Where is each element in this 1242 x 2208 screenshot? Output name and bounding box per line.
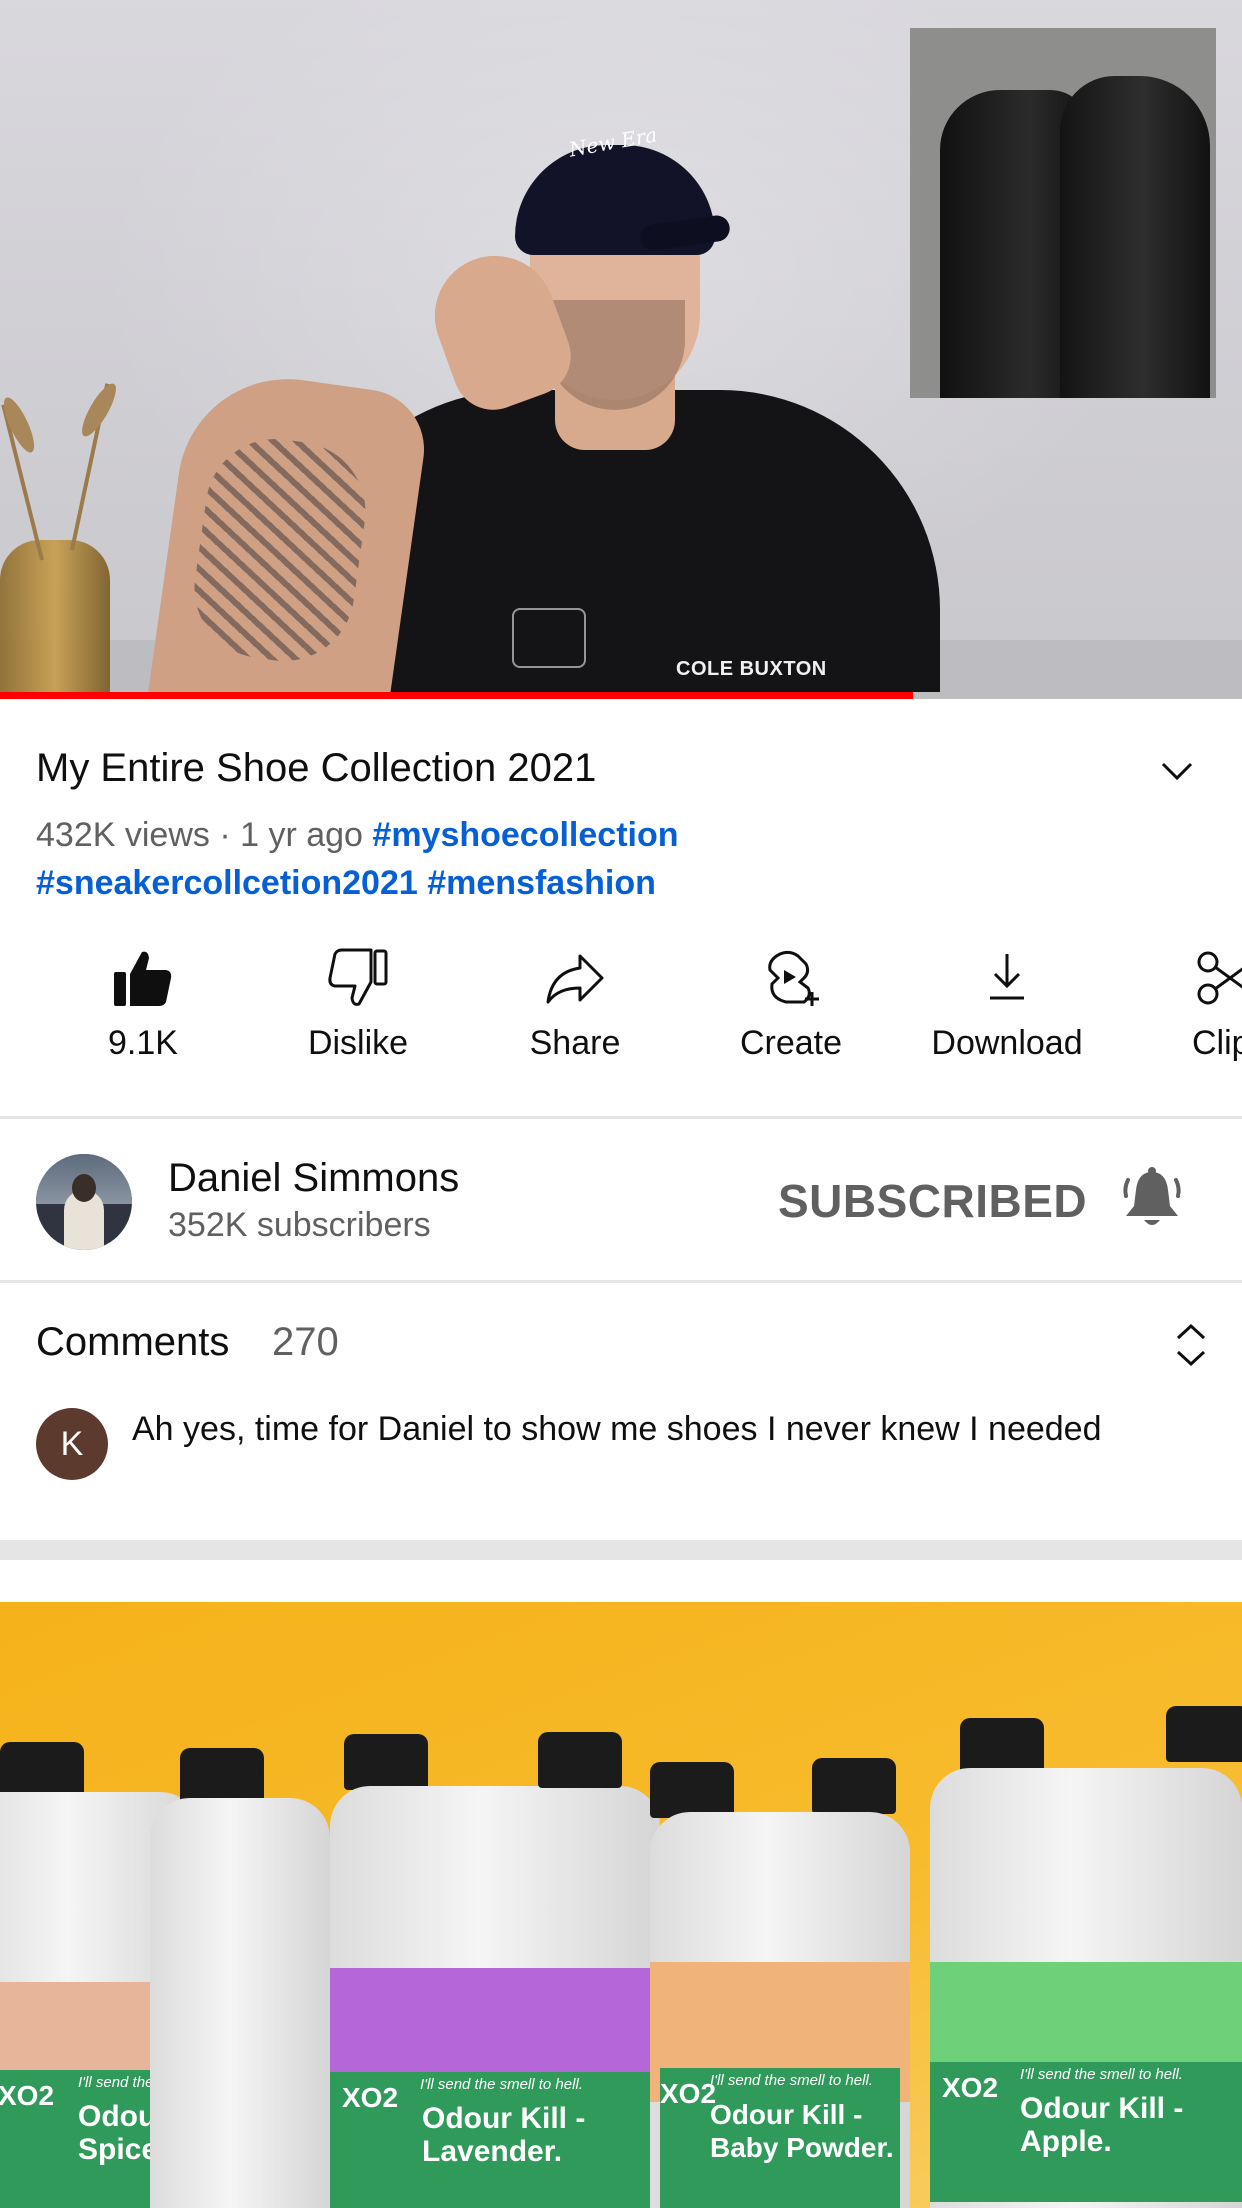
meta-separator: · [209, 816, 241, 854]
bottle-cap [538, 1732, 622, 1788]
share-button[interactable]: Share [475, 948, 675, 1078]
bottle-name: Odour Kill - Apple. [1020, 2092, 1184, 2158]
bottle-tagline: I'll send the smell to hell. [710, 2072, 873, 2089]
bottle-tagline: I'll send the smell to hell. [1020, 2066, 1183, 2083]
section-separator [0, 1540, 1242, 1560]
progress-fill [0, 692, 913, 699]
clip-icon [1197, 951, 1242, 1005]
bottle-label: XO2 I'll send the smell to hell. Odour K… [660, 2068, 900, 2208]
bottle-cap [650, 1762, 734, 1818]
bottle-cap [180, 1748, 264, 1804]
thumbs-up-icon [114, 951, 172, 1006]
bottle-cap [1166, 1706, 1242, 1762]
divider [0, 1280, 1242, 1283]
hashtag-link[interactable]: #sneakercollcetion2021 [36, 864, 418, 902]
ad-thumbnail[interactable]: XO2 I'll send the smell to hell. Odour K… [0, 1602, 1242, 2208]
share-icon [546, 954, 604, 1004]
bottle-cap [812, 1758, 896, 1814]
subscribe-button[interactable]: SUBSCRIBED [778, 1174, 1087, 1228]
create-icon [768, 950, 819, 1006]
pip-boot-right [1060, 76, 1210, 398]
bottle-label: XO2 I'll send the smell to hell. Odour K… [930, 2062, 1242, 2202]
hashtag-link[interactable]: #mensfashion [427, 864, 656, 902]
bottle-cap [0, 1742, 84, 1798]
divider [0, 1116, 1242, 1119]
thumbs-down-icon [328, 948, 388, 1006]
download-label: Download [931, 1024, 1083, 1062]
upload-age: 1 yr ago [240, 816, 363, 854]
bottle-brand: XO2 [0, 2080, 55, 2111]
download-button[interactable]: Download [907, 948, 1107, 1078]
view-count: 432K views [36, 816, 210, 854]
hashtag-link[interactable]: #myshoecollection [372, 816, 678, 854]
channel-avatar[interactable] [36, 1154, 132, 1250]
dislike-button[interactable]: Dislike [258, 948, 458, 1078]
video-shirt-print [512, 608, 586, 668]
bottle-tagline: I'll send the smell to hell. [420, 2076, 583, 2093]
bottle-brand: XO2 [660, 2078, 717, 2109]
bell-icon[interactable] [1120, 1166, 1184, 1232]
video-meta: 432K views · 1 yr ago #myshoecollection [36, 816, 679, 855]
bottle-name: Odour Kill - Lavender. [422, 2102, 586, 2168]
channel-name[interactable]: Daniel Simmons [168, 1156, 459, 1201]
clip-label: Clip [1192, 1024, 1242, 1062]
bottle-cap [344, 1734, 428, 1790]
top-comment-text[interactable]: Ah yes, time for Daniel to show me shoes… [132, 1402, 1192, 1456]
create-button[interactable]: Create [691, 948, 891, 1078]
bottle-name: Odour Kill - Baby Powder. [710, 2099, 894, 2163]
like-button[interactable]: 9.1K [43, 948, 243, 1078]
bottle-cap [960, 1718, 1044, 1774]
comments-title[interactable]: Comments [36, 1320, 229, 1365]
picture-in-picture-inset [910, 28, 1216, 398]
dislike-label: Dislike [307, 1024, 409, 1062]
clip-button[interactable]: Clip [1124, 948, 1242, 1078]
avatar-face [72, 1174, 96, 1202]
subscriber-count: 352K subscribers [168, 1206, 431, 1244]
bottle-brand: XO2 [942, 2072, 999, 2103]
download-icon [990, 954, 1024, 1000]
bottle-brand: XO2 [342, 2082, 399, 2113]
video-vase [0, 540, 110, 698]
share-label: Share [529, 1024, 621, 1062]
expand-collapse-icon[interactable] [1172, 1322, 1210, 1368]
like-count: 9.1K [108, 1024, 178, 1062]
chevron-down-icon[interactable] [1160, 758, 1194, 784]
video-player[interactable]: New Era COLE BUXTON [0, 0, 1242, 698]
video-title[interactable]: My Entire Shoe Collection 2021 [36, 746, 596, 791]
shirt-print-text: COLE BUXTON [676, 658, 827, 680]
commenter-avatar[interactable]: K [36, 1408, 108, 1480]
hashtags-line: #sneakercollcetion2021 #mensfashion [36, 864, 656, 903]
product-bottle [150, 1798, 330, 2208]
comments-count: 270 [272, 1320, 339, 1364]
create-label: Create [739, 1024, 843, 1062]
bottle-label: XO2 I'll send the smell to hell. Odour K… [330, 2072, 660, 2208]
